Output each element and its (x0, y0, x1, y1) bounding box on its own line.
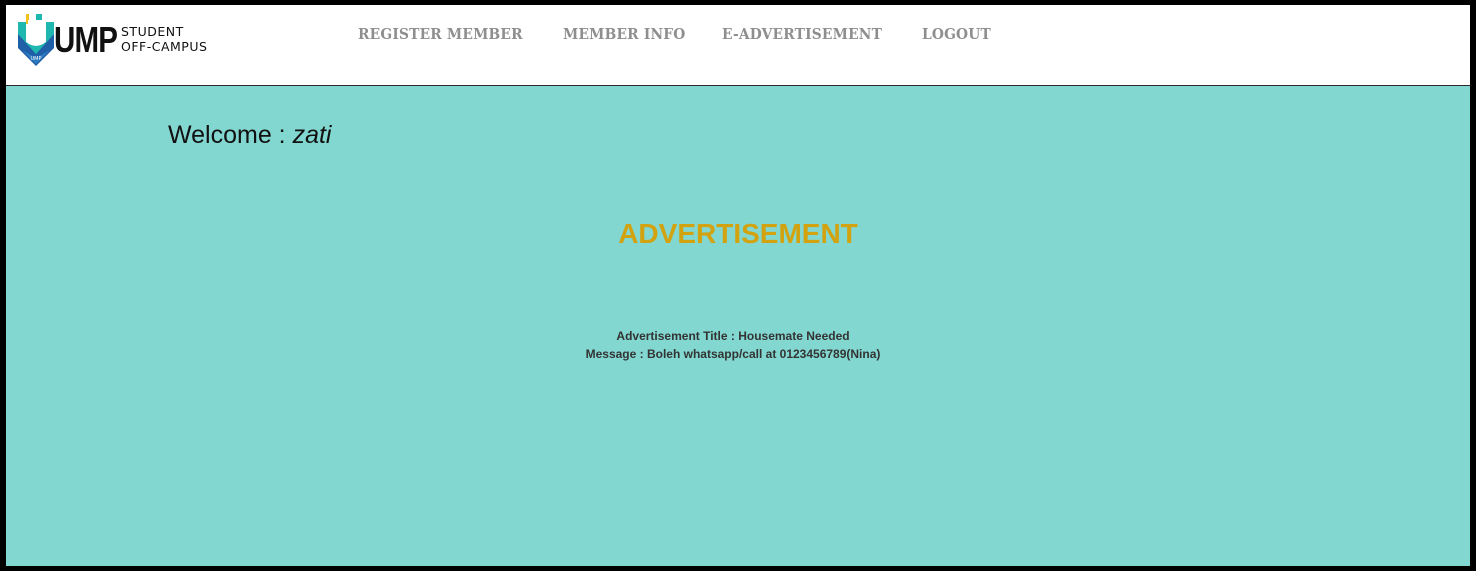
nav-e-advertisement[interactable]: E-ADVERTISEMENT (722, 23, 882, 45)
nav-register-member[interactable]: REGISTER MEMBER (358, 23, 523, 45)
advertisement-message: Message : Boleh whatsapp/call at 0123456… (585, 347, 881, 361)
logo-subtitle: STUDENT OFF-CAMPUS (121, 24, 207, 54)
main-content: Welcome : zati ADVERTISEMENT Advertiseme… (6, 86, 1470, 566)
site-header: UMP UMP STUDENT OFF-CAMPUS REGISTER MEMB… (6, 5, 1470, 86)
advertisement-title: Advertisement Title : Housemate Needed (616, 329, 850, 343)
advertisement-details: Advertisement Title : Housemate Needed M… (6, 327, 1460, 363)
welcome-prefix: Welcome : (168, 121, 293, 149)
ump-shield-icon: UMP (18, 14, 54, 66)
welcome-message: Welcome : zati (168, 120, 331, 150)
advertisement-heading: ADVERTISEMENT (618, 218, 858, 249)
browser-frame: UMP UMP STUDENT OFF-CAMPUS REGISTER MEMB… (0, 0, 1476, 571)
logo-brand-text: UMP (54, 19, 118, 60)
welcome-username: zati (292, 121, 332, 149)
nav-member-info[interactable]: MEMBER INFO (563, 23, 685, 45)
site-logo[interactable]: UMP UMP STUDENT OFF-CAMPUS (18, 14, 228, 68)
svg-text:UMP: UMP (31, 56, 42, 62)
main-nav: REGISTER MEMBER MEMBER INFO E-ADVERTISEM… (358, 23, 997, 45)
logo-subtitle-line1: STUDENT (121, 24, 184, 39)
logo-subtitle-line2: OFF-CAMPUS (121, 39, 208, 54)
nav-logout[interactable]: LOGOUT (922, 23, 991, 45)
